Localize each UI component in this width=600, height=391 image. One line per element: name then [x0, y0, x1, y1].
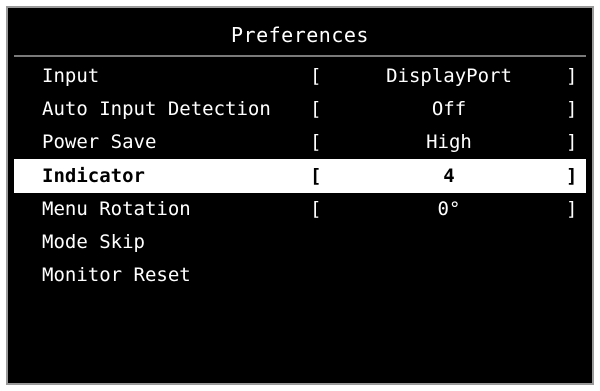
menu-item-auto-input-detection[interactable]: Auto Input Detection [ Off ]: [14, 93, 586, 126]
value-open-bracket: [: [310, 98, 322, 120]
value-open-bracket: [: [310, 165, 322, 187]
menu-item-power-save[interactable]: Power Save [ High ]: [14, 126, 586, 159]
menu-item-value: High: [426, 131, 472, 153]
menu-item-indicator[interactable]: Indicator [ 4 ]: [14, 159, 586, 193]
menu-item-label: Input: [42, 65, 100, 87]
menu-item-value: Off: [431, 98, 467, 120]
menu-title: Preferences: [14, 14, 586, 57]
value-open-bracket: [: [310, 198, 322, 220]
menu-item-label: Monitor Reset: [42, 264, 191, 286]
menu-item-label: Mode Skip: [42, 231, 145, 253]
menu-item-label: Menu Rotation: [42, 198, 191, 220]
value-close-bracket: ]: [566, 65, 578, 87]
menu-item-label: Auto Input Detection: [42, 98, 271, 120]
value-open-bracket: [: [310, 65, 322, 87]
value-open-bracket: [: [310, 131, 322, 153]
value-close-bracket: ]: [566, 198, 578, 220]
menu-list: Input [ DisplayPort ] Auto Input Detecti…: [14, 60, 586, 292]
menu-item-value: DisplayPort: [386, 65, 512, 87]
menu-item-monitor-reset[interactable]: Monitor Reset: [14, 259, 586, 292]
menu-item-menu-rotation[interactable]: Menu Rotation [ 0° ]: [14, 193, 586, 226]
menu-item-value: 0°: [437, 198, 461, 220]
menu-item-input[interactable]: Input [ DisplayPort ]: [14, 60, 586, 93]
value-close-bracket: ]: [566, 165, 578, 187]
value-close-bracket: ]: [566, 98, 578, 120]
menu-item-label: Indicator: [42, 165, 145, 187]
menu-item-value: 4: [443, 165, 455, 187]
menu-item-label: Power Save: [42, 131, 157, 153]
menu-item-mode-skip[interactable]: Mode Skip: [14, 226, 586, 259]
value-close-bracket: ]: [566, 131, 578, 153]
osd-menu: Preferences Input [ DisplayPort ] Auto I…: [6, 6, 594, 385]
